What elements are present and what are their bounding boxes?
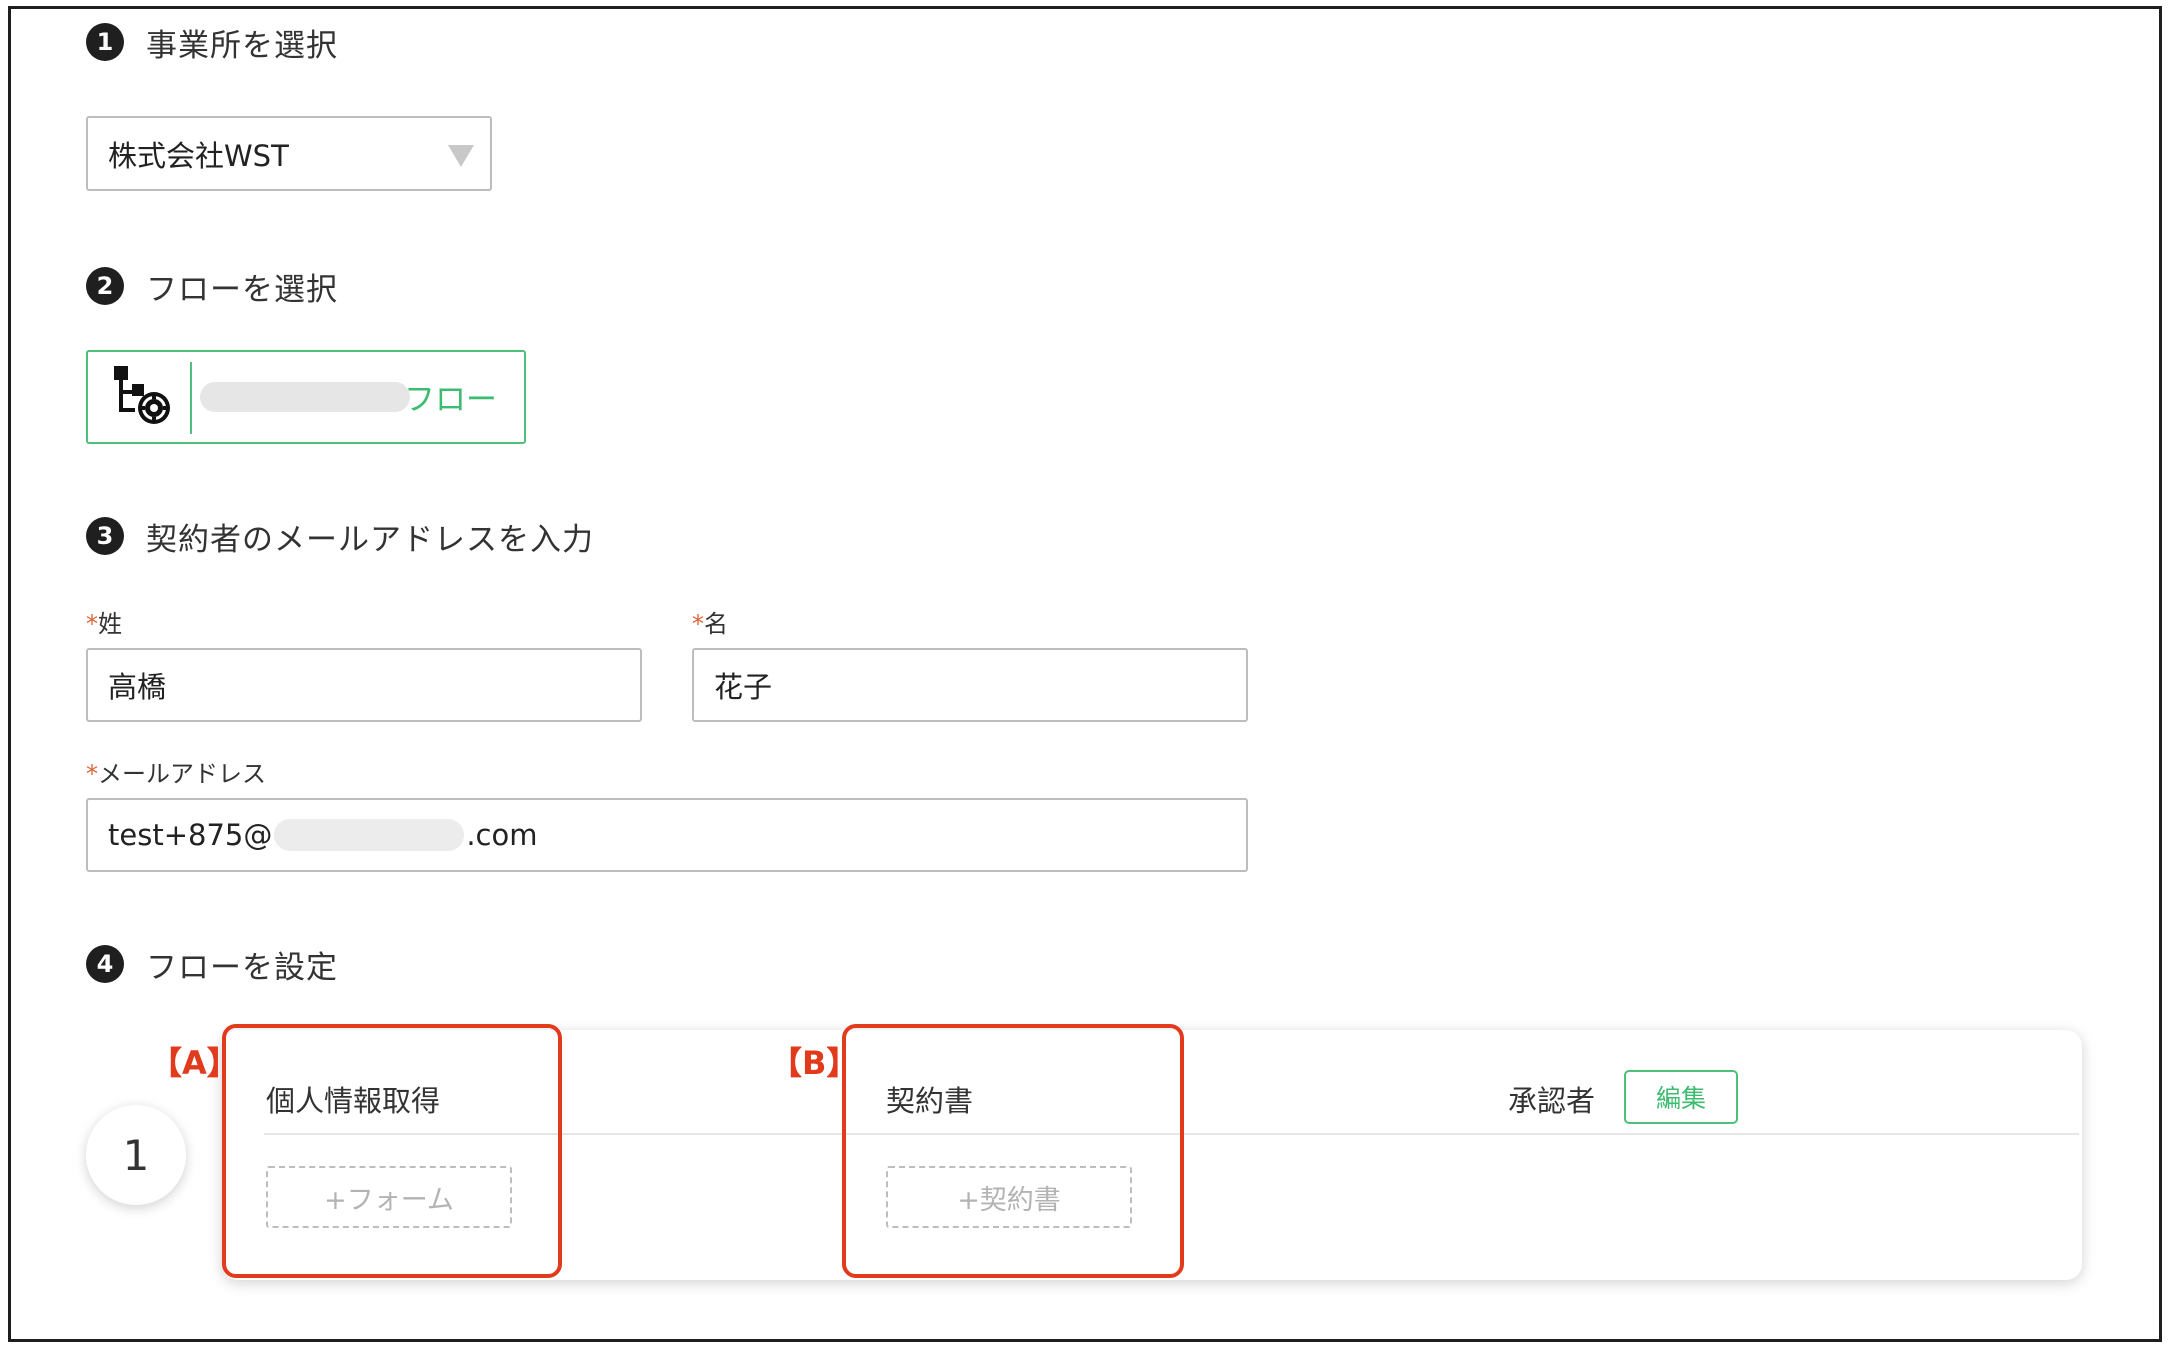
required-mark: * xyxy=(86,760,98,788)
step-4-header: 4 フローを設定 xyxy=(86,942,338,986)
step-title: 事業所を選択 xyxy=(146,27,338,64)
step-number: 2 xyxy=(86,267,124,305)
last-name-input[interactable]: 高橋 xyxy=(86,648,642,722)
first-name-label: *名 xyxy=(692,604,728,639)
last-name-label: *姓 xyxy=(86,604,122,639)
annotation-label-a: 【A】 xyxy=(150,1044,239,1082)
last-name-value: 高橋 xyxy=(108,670,167,704)
first-name-input[interactable]: 花子 xyxy=(692,648,1248,722)
office-select[interactable]: 株式会社WST xyxy=(86,116,492,191)
step-2-header: 2 フローを選択 xyxy=(86,264,338,308)
annotation-box-a xyxy=(222,1024,562,1278)
redacted-flow-name xyxy=(200,382,410,412)
step-number: 4 xyxy=(86,945,124,983)
step-number: 1 xyxy=(86,23,124,61)
annotation-label-b: 【B】 xyxy=(770,1044,859,1082)
step-1-header: 1 事業所を選択 xyxy=(86,20,338,64)
first-name-label-text: 名 xyxy=(704,610,728,638)
office-select-value: 株式会社WST xyxy=(108,138,289,173)
edit-approver-button[interactable]: 編集 xyxy=(1624,1070,1738,1124)
flow-row-number: 1 xyxy=(86,1105,186,1205)
flow-gear-icon xyxy=(114,366,170,424)
step-number: 3 xyxy=(86,517,124,555)
flow-label: フロー xyxy=(404,382,497,418)
annotation-box-b xyxy=(842,1024,1184,1278)
redacted-email-domain xyxy=(274,819,465,851)
first-name-value: 花子 xyxy=(714,670,773,704)
step-title: フローを選択 xyxy=(146,271,338,308)
step-title: フローを設定 xyxy=(146,949,338,986)
required-mark: * xyxy=(86,610,98,638)
dropdown-arrow-icon xyxy=(448,145,474,167)
flow-select-box[interactable]: フロー xyxy=(86,350,526,444)
last-name-label-text: 姓 xyxy=(98,610,122,638)
approver-label: 承認者 xyxy=(1508,1084,1596,1118)
flow-divider xyxy=(190,362,192,434)
step-title: 契約者のメールアドレスを入力 xyxy=(146,521,594,558)
email-label: *メールアドレス xyxy=(86,754,266,789)
email-input[interactable]: test+875@ .com xyxy=(86,798,1248,872)
email-suffix: .com xyxy=(466,818,538,852)
email-prefix: test+875@ xyxy=(108,818,273,852)
step-3-header: 3 契約者のメールアドレスを入力 xyxy=(86,514,594,558)
required-mark: * xyxy=(692,610,704,638)
email-label-text: メールアドレス xyxy=(98,760,266,788)
